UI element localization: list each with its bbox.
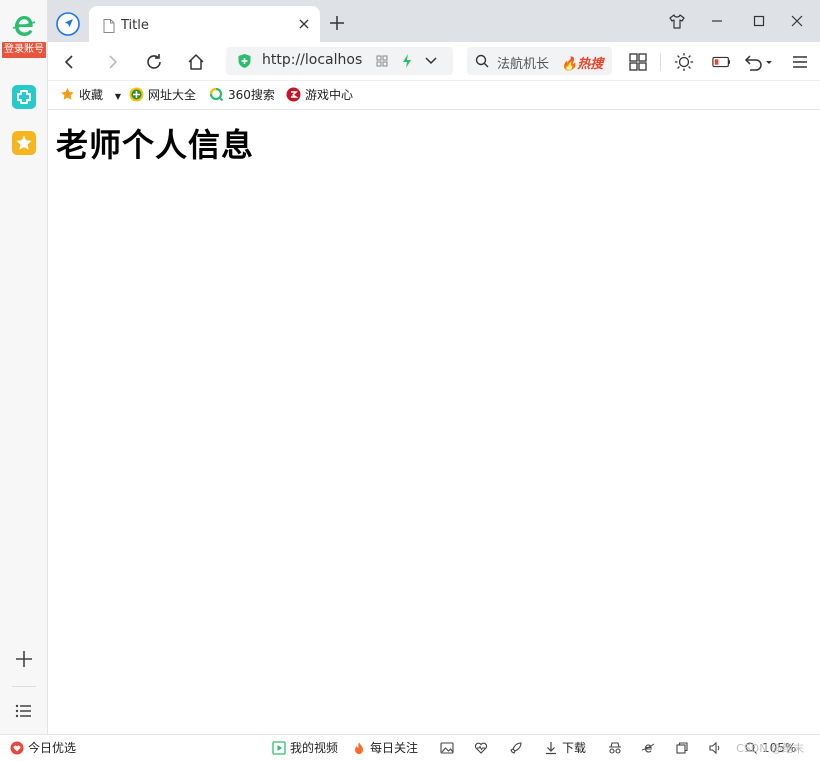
tab-title[interactable]: Title — [89, 6, 320, 42]
favorites-star-icon[interactable] — [12, 131, 36, 155]
my-videos-button[interactable]: 我的视频 — [272, 741, 338, 756]
tab-strip: Title — [48, 0, 820, 42]
document-icon — [103, 19, 115, 33]
search-suggestion-text[interactable]: 法航机长 — [497, 53, 551, 72]
speed-mode-bolt-icon[interactable] — [401, 53, 413, 69]
app-plus-icon[interactable] — [12, 85, 36, 109]
download-icon — [546, 742, 556, 755]
caret-down-icon[interactable]: ▼ — [115, 92, 121, 101]
incognito-icon[interactable] — [608, 741, 622, 755]
download-button[interactable]: 下载 — [544, 741, 586, 756]
apps-grid-icon[interactable] — [628, 52, 648, 72]
browser-window: 登录账号 Title http://localhos 法航机长 🔥热搜 收藏 ▼… — [0, 0, 820, 761]
browser-logo-icon[interactable] — [2, 12, 46, 38]
bookmark-url-directory[interactable]: 网址大全 — [129, 87, 196, 105]
health-heart-icon[interactable] — [474, 741, 488, 755]
add-icon[interactable] — [13, 648, 35, 670]
search-box[interactable]: 法航机长 🔥热搜 — [467, 47, 612, 75]
sidebar-divider — [12, 686, 36, 687]
status-bar: 今日优选 我的视频 每日关注 下载 105% CSDN @绝末 — [0, 734, 820, 761]
back-icon[interactable] — [60, 52, 80, 72]
undo-dropdown-icon[interactable] — [744, 52, 774, 72]
daily-focus-button[interactable]: 每日关注 — [352, 741, 418, 756]
toolbar-divider — [660, 53, 661, 71]
page-content: 老师个人信息 — [48, 110, 820, 734]
rocket-icon[interactable] — [509, 741, 523, 755]
compass-icon[interactable] — [56, 12, 80, 36]
my-videos-label: 我的视频 — [290, 741, 339, 755]
today-picks-label: 今日优选 — [28, 741, 77, 755]
close-window-icon[interactable] — [788, 12, 806, 30]
url-text[interactable]: http://localhos — [262, 52, 362, 68]
address-bar[interactable]: http://localhos — [226, 47, 453, 75]
star-icon — [61, 88, 74, 100]
bookmark-360-search[interactable]: 360搜索 — [209, 87, 275, 105]
video-play-icon — [272, 741, 286, 755]
daily-focus-label: 每日关注 — [370, 741, 419, 755]
tab-label: Title — [121, 18, 149, 33]
chevron-down-icon[interactable] — [424, 55, 438, 67]
bookmark-label: 游戏中心 — [305, 88, 354, 102]
secure-shield-icon[interactable] — [237, 53, 252, 69]
forward-icon[interactable] — [102, 52, 122, 72]
bookmark-label: 收藏 — [79, 88, 104, 102]
today-picks-button[interactable]: 今日优选 — [10, 741, 76, 756]
window-restore-icon[interactable] — [675, 741, 689, 755]
download-label: 下载 — [562, 741, 587, 755]
flame-icon — [355, 742, 363, 754]
qr-code-icon[interactable] — [376, 55, 388, 67]
close-tab-icon[interactable] — [298, 18, 310, 30]
360-search-icon — [209, 87, 224, 102]
brightness-icon[interactable] — [674, 52, 694, 72]
ie-mode-icon[interactable] — [641, 741, 655, 755]
navigation-toolbar: http://localhos 法航机长 🔥热搜 — [48, 42, 820, 81]
battery-saver-icon[interactable] — [712, 52, 732, 72]
skin-shirt-icon[interactable] — [668, 12, 686, 30]
bookmark-favorites[interactable]: 收藏 ▼ — [60, 87, 121, 105]
image-icon[interactable] — [440, 741, 454, 755]
search-icon — [475, 54, 489, 68]
volume-icon[interactable] — [708, 741, 722, 755]
list-menu-icon[interactable] — [14, 702, 34, 720]
bookmarks-bar: 收藏 ▼ 网址大全 360搜索 游戏中心 — [48, 81, 820, 110]
hot-search-label[interactable]: 🔥热搜 — [561, 53, 603, 72]
game-center-icon — [286, 87, 301, 102]
url-directory-icon — [129, 87, 144, 102]
csdn-watermark: CSDN @绝末 — [736, 742, 804, 755]
hot-search-text: 热搜 — [577, 57, 604, 72]
new-tab-icon[interactable] — [329, 15, 345, 31]
page-heading: 老师个人信息 — [56, 126, 255, 164]
maximize-icon[interactable] — [750, 12, 768, 30]
left-sidebar: 登录账号 — [0, 0, 48, 734]
bookmark-label: 网址大全 — [148, 88, 197, 102]
minimize-icon[interactable] — [708, 12, 726, 30]
bookmark-label: 360搜索 — [228, 88, 275, 102]
home-icon[interactable] — [186, 52, 206, 72]
login-account-button[interactable]: 登录账号 — [2, 42, 46, 58]
bookmark-game-center[interactable]: 游戏中心 — [286, 87, 353, 105]
main-menu-icon[interactable] — [790, 52, 810, 72]
heart-icon — [10, 741, 24, 755]
reload-icon[interactable] — [144, 52, 164, 72]
